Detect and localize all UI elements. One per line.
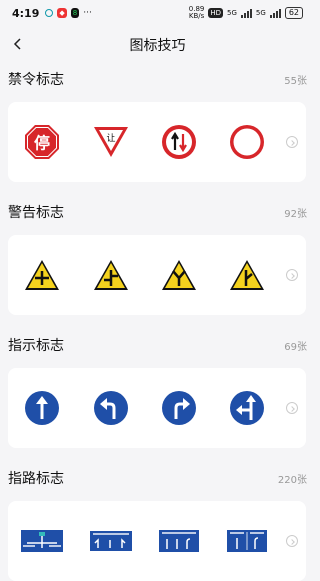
- sign-card-prohibition[interactable]: 停 让: [8, 102, 306, 182]
- lane-guide-sign-icon[interactable]: [90, 531, 132, 551]
- yield-sign-text: 让: [106, 133, 115, 144]
- turn-right-sign-icon[interactable]: [161, 390, 197, 426]
- hd-badge: HD: [208, 8, 224, 18]
- section-guide: 指路标志 220张: [0, 463, 315, 581]
- section-title: 禁令标志: [8, 72, 64, 88]
- crossroad-warning-icon[interactable]: [24, 259, 60, 291]
- network-speed: 0.89 KB/s: [188, 5, 205, 20]
- green-app-icon: 8: [70, 8, 80, 18]
- page-header: 图标技巧: [0, 26, 315, 64]
- section-indication: 指示标志 69张: [0, 330, 315, 460]
- straight-or-left-sign-icon[interactable]: [229, 390, 265, 426]
- exit-guide-sign-icon[interactable]: [227, 530, 267, 552]
- section-count: 55张: [284, 75, 307, 87]
- sign-card-warning[interactable]: [8, 235, 306, 315]
- section-title: 警告标志: [8, 205, 64, 221]
- page-title: 图标技巧: [129, 38, 186, 54]
- no-vehicles-sign-icon[interactable]: [229, 124, 265, 160]
- t-junction-warning-icon[interactable]: [93, 259, 129, 291]
- signal-icon-2: [269, 8, 281, 18]
- section-title: 指示标志: [8, 338, 64, 354]
- signal-label-1: 5G: [227, 9, 237, 17]
- y-junction-warning-icon[interactable]: [161, 259, 197, 291]
- red-app-icon: ◆: [57, 8, 67, 18]
- side-junction-warning-icon[interactable]: [229, 259, 265, 291]
- section-count: 220张: [277, 474, 307, 486]
- section-count: 69张: [284, 341, 307, 353]
- more-icon: ···: [83, 8, 92, 18]
- notification-icon: [45, 9, 54, 17]
- battery-indicator: 62: [284, 7, 303, 19]
- section-count: 92张: [284, 208, 307, 220]
- status-bar: 4:19 ◆ 8 ··· 0.89 KB/s HD 5G 5G 62: [0, 0, 315, 26]
- section-warning: 警告标志 92张: [0, 197, 315, 327]
- chevron-right-icon[interactable]: [286, 136, 298, 148]
- yield-sign-icon[interactable]: 让: [93, 125, 129, 159]
- stop-sign-text: 停: [34, 134, 50, 153]
- section-title: 指路标志: [8, 471, 64, 487]
- sign-card-indication[interactable]: [8, 368, 306, 448]
- back-arrow-icon: [13, 38, 21, 50]
- signal-label-2: 5G: [255, 9, 266, 17]
- sign-card-guide[interactable]: [8, 501, 306, 581]
- back-button[interactable]: [6, 32, 30, 56]
- turn-left-sign-icon[interactable]: [93, 390, 129, 426]
- chevron-right-icon[interactable]: [286, 402, 298, 414]
- intersection-guide-sign-icon[interactable]: [21, 530, 63, 552]
- signal-icon: [240, 8, 252, 18]
- chevron-right-icon[interactable]: [286, 535, 298, 547]
- section-prohibition: 禁令标志 55张 停 让: [0, 64, 315, 194]
- give-way-oncoming-sign-icon[interactable]: [161, 124, 197, 160]
- stop-sign-icon[interactable]: 停: [24, 124, 60, 160]
- chevron-right-icon[interactable]: [286, 269, 298, 281]
- clock: 4:19: [12, 6, 40, 20]
- lane-direction-sign-icon[interactable]: [159, 530, 199, 552]
- straight-ahead-sign-icon[interactable]: [24, 390, 60, 426]
